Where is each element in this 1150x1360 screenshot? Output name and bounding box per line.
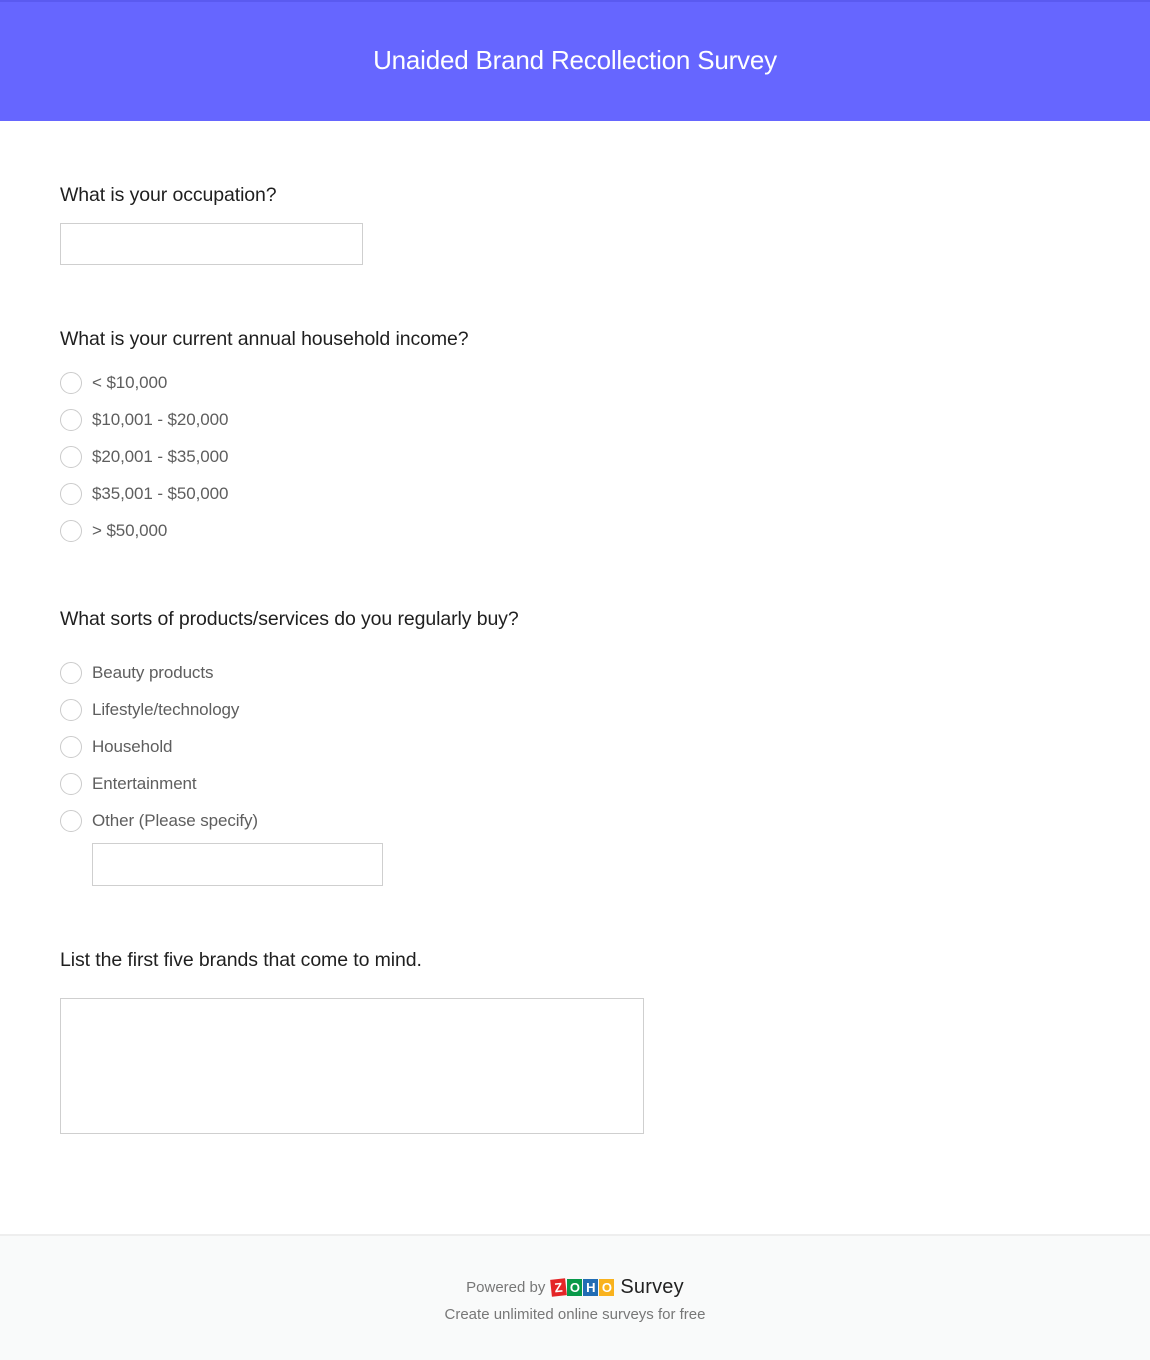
- radio-button[interactable]: [60, 483, 82, 505]
- radio-button[interactable]: [60, 409, 82, 431]
- income-option[interactable]: < $10,000: [60, 371, 167, 395]
- option-label: $20,001 - $35,000: [92, 447, 229, 466]
- option-label: Household: [92, 737, 173, 756]
- survey-title: Unaided Brand Recollection Survey: [373, 44, 777, 75]
- occupation-input[interactable]: [60, 223, 363, 265]
- zoho-logo-letter: Z: [550, 1278, 568, 1297]
- option-label: < $10,000: [92, 373, 168, 392]
- survey-header: Unaided Brand Recollection Survey: [0, 0, 1150, 121]
- question-occupation-title: What is your occupation?: [60, 184, 277, 206]
- radio-button[interactable]: [60, 773, 82, 795]
- question-products-title: What sorts of products/services do you r…: [60, 608, 519, 630]
- footer-tagline[interactable]: Create unlimited online surveys for free: [0, 1306, 1150, 1323]
- question-brands-title: List the first five brands that come to …: [60, 949, 422, 971]
- radio-button[interactable]: [60, 810, 82, 832]
- zoho-logo-letter: H: [583, 1279, 599, 1296]
- zoho-logo-letter: O: [567, 1279, 583, 1296]
- powered-by-text: Powered by: [466, 1279, 546, 1296]
- products-option[interactable]: Household: [60, 735, 172, 759]
- income-option[interactable]: $10,001 - $20,000: [60, 408, 228, 432]
- option-label: Other (Please specify): [92, 811, 258, 830]
- product-name: Survey: [620, 1276, 684, 1298]
- option-label: $10,001 - $20,000: [92, 410, 229, 429]
- radio-button[interactable]: [60, 372, 82, 394]
- option-label: Lifestyle/technology: [92, 700, 240, 719]
- footer: Powered by Z O H O Survey Create unlimit…: [0, 1234, 1150, 1360]
- radio-button[interactable]: [60, 736, 82, 758]
- radio-button[interactable]: [60, 699, 82, 721]
- option-label: > $50,000: [92, 521, 168, 540]
- question-income-title: What is your current annual household in…: [60, 328, 469, 350]
- income-option[interactable]: $35,001 - $50,000: [60, 482, 228, 506]
- zoho-logo-icon: Z O H O: [550, 1278, 615, 1297]
- option-label: Entertainment: [92, 774, 197, 793]
- radio-button[interactable]: [60, 520, 82, 542]
- radio-button[interactable]: [60, 662, 82, 684]
- option-label: Beauty products: [92, 663, 214, 682]
- other-specify-input[interactable]: [92, 843, 383, 886]
- income-option[interactable]: $20,001 - $35,000: [60, 445, 228, 469]
- option-label: $35,001 - $50,000: [92, 484, 229, 503]
- products-option-other[interactable]: Other (Please specify): [60, 809, 258, 833]
- income-option[interactable]: > $50,000: [60, 519, 167, 543]
- radio-button[interactable]: [60, 446, 82, 468]
- products-option[interactable]: Entertainment: [60, 772, 197, 796]
- products-option[interactable]: Beauty products: [60, 661, 213, 685]
- products-option[interactable]: Lifestyle/technology: [60, 698, 239, 722]
- zoho-logo-letter: O: [599, 1279, 615, 1296]
- powered-by-link[interactable]: Powered by Z O H O Survey: [0, 1276, 1150, 1299]
- brands-textarea[interactable]: [60, 998, 644, 1134]
